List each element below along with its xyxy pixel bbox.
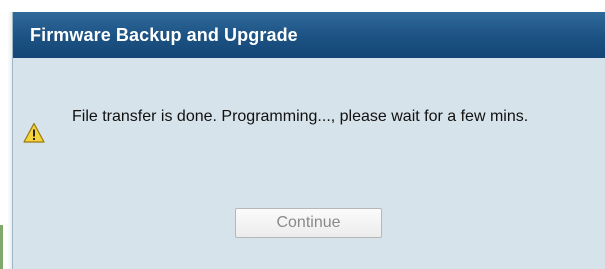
dialog-title-bar: Firmware Backup and Upgrade — [13, 12, 605, 58]
continue-button[interactable]: Continue — [235, 208, 382, 238]
dialog-title: Firmware Backup and Upgrade — [30, 24, 298, 45]
status-message: File transfer is done. Programming..., p… — [72, 108, 529, 125]
warning-icon — [23, 122, 45, 144]
page-left-edge-accent — [0, 225, 3, 269]
message-row: File transfer is done. Programming..., p… — [23, 106, 582, 144]
firmware-dialog: Firmware Backup and Upgrade File transfe… — [12, 12, 605, 269]
